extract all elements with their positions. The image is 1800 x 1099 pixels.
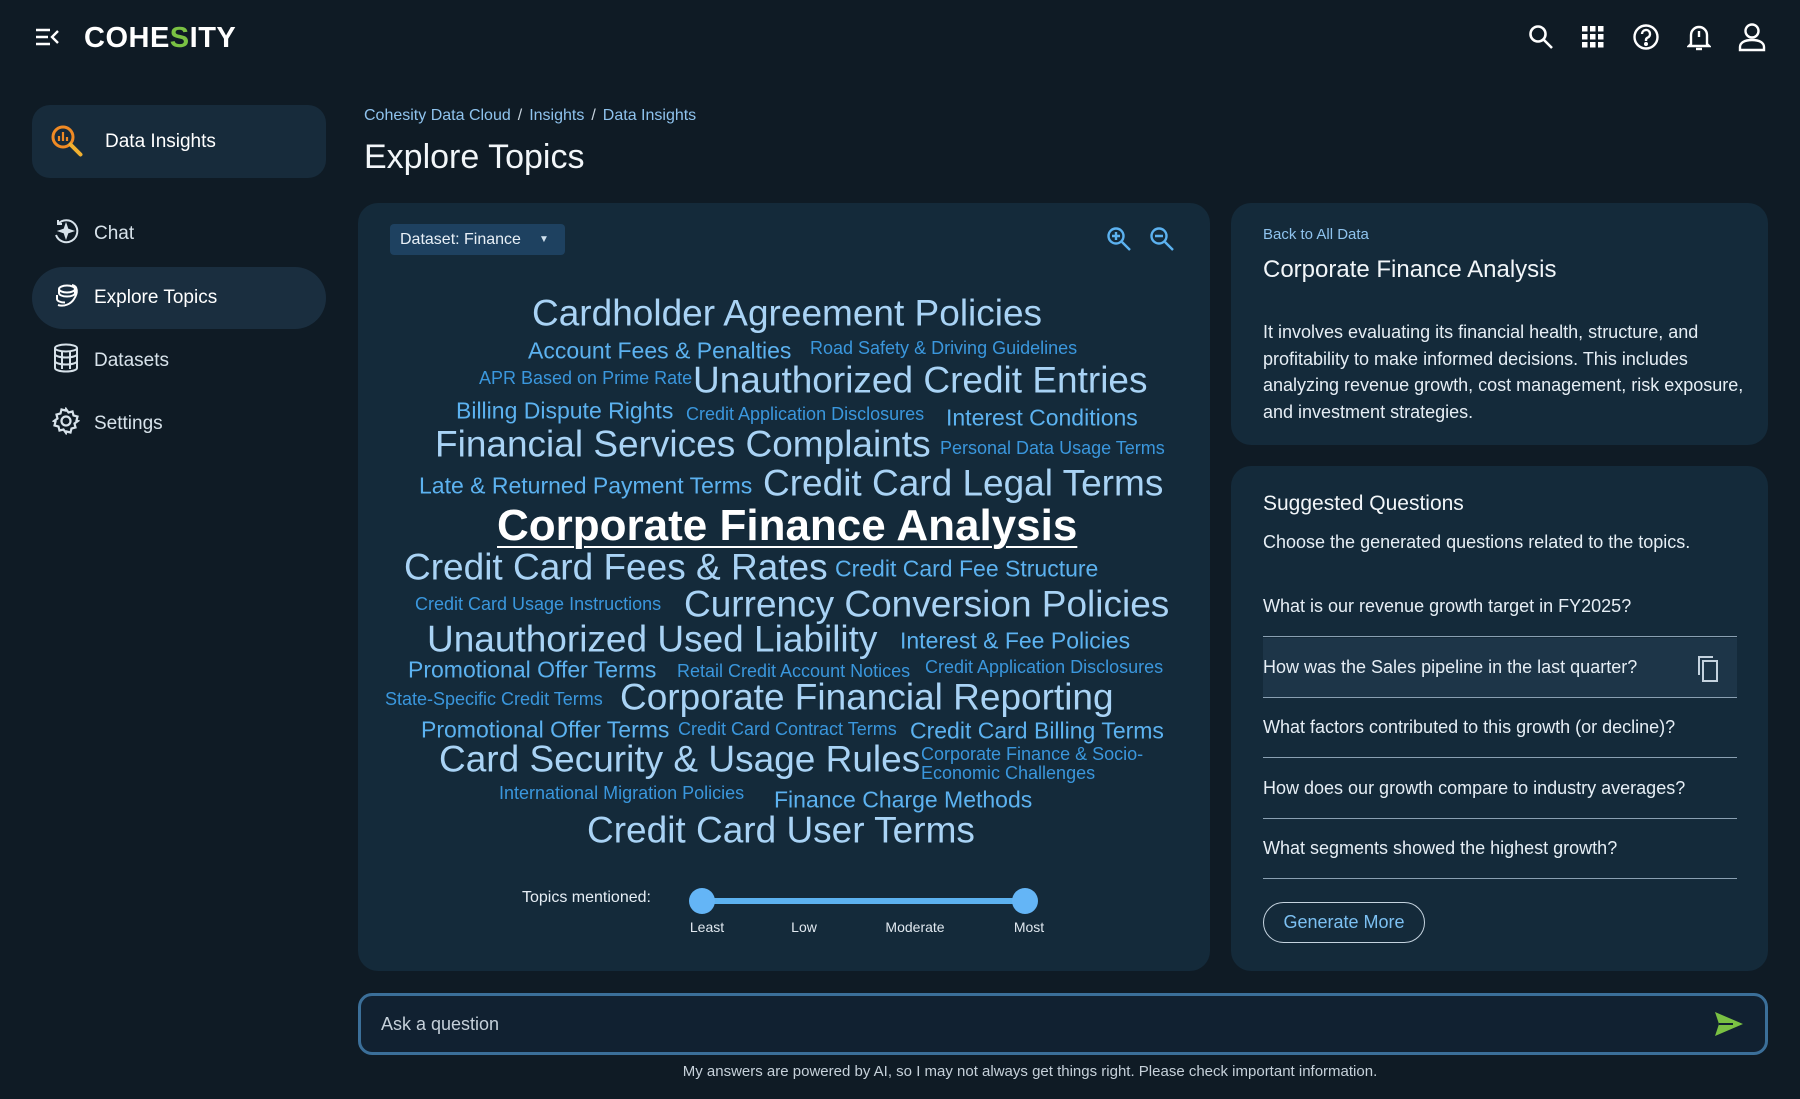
topic-word[interactable]: Credit Application Disclosures <box>686 405 924 423</box>
bell-icon[interactable] <box>1686 22 1712 52</box>
suggested-question[interactable]: What segments showed the highest growth? <box>1263 819 1737 879</box>
topics-slider-track[interactable] <box>701 898 1025 904</box>
topic-title: Corporate Finance Analysis <box>1263 256 1557 283</box>
slider-handle-max[interactable] <box>1012 888 1038 914</box>
slider-label: Topics mentioned: <box>522 889 651 906</box>
topic-word[interactable]: Cardholder Agreement Policies <box>532 295 1042 332</box>
suggested-question[interactable]: How does our growth compare to industry … <box>1263 759 1737 819</box>
data-insights-icon <box>50 124 84 158</box>
chat-sparkle-icon <box>52 217 80 251</box>
slider-tick-label: Least <box>689 919 725 935</box>
topic-description: It involves evaluating its financial hea… <box>1263 322 1744 422</box>
topic-word[interactable]: Financial Services Complaints <box>435 426 931 463</box>
topic-word[interactable]: Interest Conditions <box>946 406 1138 430</box>
topic-word[interactable]: APR Based on Prime Rate <box>479 369 692 387</box>
topic-word[interactable]: Credit Card Billing Terms <box>910 719 1164 743</box>
topic-detail-card: Back to All Data Corporate Finance Analy… <box>1231 203 1768 445</box>
topic-word[interactable]: Unauthorized Credit Entries <box>693 362 1148 399</box>
sidebar-item-explore-topics[interactable]: Explore Topics <box>32 267 326 329</box>
sidebar-item-datasets[interactable]: Datasets <box>32 330 326 392</box>
topic-word[interactable]: Credit Card Usage Instructions <box>415 595 661 613</box>
menu-collapse-icon[interactable] <box>34 26 60 48</box>
topic-word[interactable]: Credit Card Fees & Rates <box>404 549 828 586</box>
topic-word[interactable]: Road Safety & Driving Guidelines <box>810 339 1077 357</box>
sidebar-item-settings[interactable]: Settings <box>32 393 326 455</box>
suggested-question[interactable]: What factors contributed to this growth … <box>1263 698 1737 758</box>
ai-disclaimer: My answers are powered by AI, so I may n… <box>682 1063 1378 1080</box>
dataset-dropdown-label: Dataset: Finance <box>400 230 521 248</box>
ask-question-input[interactable]: Ask a question <box>358 993 1768 1055</box>
ask-placeholder: Ask a question <box>381 1013 500 1034</box>
topic-word[interactable]: Late & Returned Payment Terms <box>419 474 752 498</box>
suggested-question[interactable]: What is our revenue growth target in FY2… <box>1263 577 1737 637</box>
sidebar-item-label: Explore Topics <box>94 287 218 308</box>
database-icon <box>52 343 80 379</box>
breadcrumb-link[interactable]: Insights <box>529 107 584 124</box>
send-icon[interactable] <box>1713 1010 1745 1038</box>
topic-word[interactable]: Corporate Financial Reporting <box>620 679 1114 716</box>
cohesity-logo: COHESITY <box>84 22 237 54</box>
slider-tick-label: Low <box>791 919 817 935</box>
zoom-out-icon[interactable] <box>1149 226 1175 252</box>
page-title: Explore Topics <box>364 138 585 176</box>
breadcrumb: Cohesity Data Cloud / Insights / Data Insigh… <box>364 107 697 124</box>
topic-word[interactable]: Unauthorized Used Liability <box>427 621 877 658</box>
topic-word[interactable]: Billing Dispute Rights <box>456 399 673 423</box>
slider-tick-label: Moderate <box>885 919 945 935</box>
questions-subtitle: Choose the generated questions related t… <box>1263 532 1691 552</box>
topic-word[interactable]: Interest & Fee Policies <box>900 629 1130 653</box>
topic-word[interactable]: Credit Card Contract Terms <box>678 720 897 738</box>
sidebar-item-label: Datasets <box>94 350 169 371</box>
selected-topic-word[interactable]: Corporate Finance Analysis <box>497 504 1077 548</box>
topic-word[interactable]: Credit Card Fee Structure <box>835 557 1098 581</box>
topic-word[interactable]: State-Specific Credit Terms <box>385 690 603 708</box>
apps-grid-icon[interactable] <box>1581 25 1605 49</box>
back-to-all-data-link[interactable]: Back to All Data <box>1263 226 1369 243</box>
caret-down-icon: ▼ <box>538 234 549 245</box>
zoom-in-icon[interactable] <box>1106 226 1132 252</box>
breadcrumb-link[interactable]: Cohesity Data Cloud <box>364 107 511 124</box>
user-icon[interactable] <box>1738 22 1766 52</box>
topic-word[interactable]: Personal Data Usage Terms <box>940 439 1165 457</box>
sidebar-item-label: Chat <box>94 223 135 244</box>
topic-word[interactable]: Finance Charge Methods <box>774 788 1032 812</box>
dataset-dropdown[interactable]: Dataset: Finance ▼ <box>390 224 565 255</box>
topic-word[interactable]: Corporate Finance & Socio-Economic Chall… <box>921 745 1161 783</box>
question-text: How was the Sales pipeline in the last q… <box>1263 657 1638 677</box>
generate-more-button[interactable]: Generate More <box>1263 902 1425 943</box>
search-icon[interactable] <box>1528 24 1554 50</box>
questions-title: Suggested Questions <box>1263 492 1464 515</box>
topic-word[interactable]: International Migration Policies <box>499 784 744 802</box>
breadcrumb-current[interactable]: Data Insights <box>603 107 696 124</box>
app-title-card: Data Insights <box>32 105 326 178</box>
suggested-question[interactable]: How was the Sales pipeline in the last q… <box>1263 638 1737 698</box>
topics-icon <box>52 281 80 315</box>
topic-word[interactable]: Credit Application Disclosures <box>925 658 1163 676</box>
topic-word[interactable]: Currency Conversion Policies <box>684 586 1169 623</box>
sidebar-item-chat[interactable]: Chat <box>32 203 326 265</box>
copy-icon[interactable] <box>1694 654 1720 684</box>
gear-icon <box>51 406 81 441</box>
topic-word[interactable]: Card Security & Usage Rules <box>439 741 920 778</box>
app-title: Data Insights <box>105 131 216 152</box>
slider-handle-min[interactable] <box>689 888 715 914</box>
topic-word[interactable]: Credit Card Legal Terms <box>763 465 1163 502</box>
sidebar-item-label: Settings <box>94 413 163 434</box>
slider-tick-label: Most <box>1013 919 1045 935</box>
help-icon[interactable] <box>1632 23 1660 51</box>
topic-word[interactable]: Credit Card User Terms <box>587 812 975 849</box>
